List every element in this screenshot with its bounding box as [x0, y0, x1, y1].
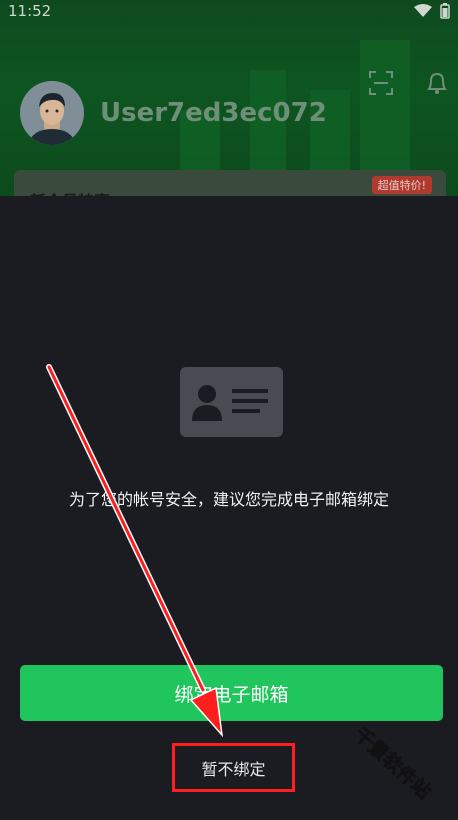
avatar[interactable]: [20, 81, 84, 145]
wifi-icon: [414, 4, 432, 17]
username: User7ed3ec072: [100, 98, 327, 128]
status-bar: 11:52: [0, 0, 458, 22]
bind-email-message: 为了您的帐号安全，建议您完成电子邮箱绑定: [68, 490, 389, 509]
skip-binding-button[interactable]: 暂不绑定: [172, 743, 295, 792]
scan-icon[interactable]: [368, 70, 394, 96]
id-card-icon: [180, 367, 283, 437]
avatar-image: [20, 81, 84, 145]
promo-badge: 超值特价!: [371, 176, 432, 194]
bell-icon[interactable]: [424, 70, 450, 96]
status-time: 11:52: [8, 2, 52, 20]
battery-icon: [440, 3, 450, 19]
bind-email-button[interactable]: 绑定电子邮箱: [20, 665, 443, 721]
